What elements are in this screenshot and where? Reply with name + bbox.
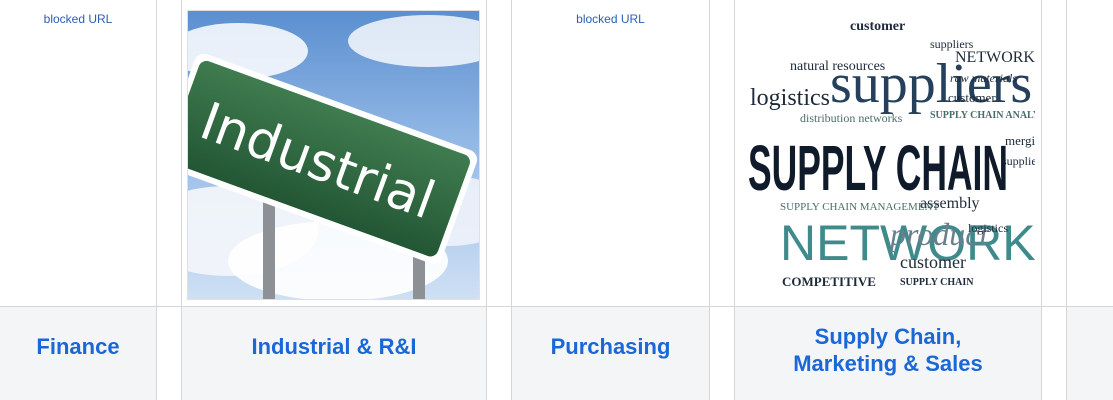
svg-text:logistics: logistics <box>750 85 830 111</box>
purchasing-link[interactable]: Purchasing <box>551 333 671 360</box>
next-label-cell[interactable] <box>1067 306 1113 400</box>
svg-text:distribution networks: distribution networks <box>800 111 903 125</box>
purchasing-label-cell[interactable]: Purchasing <box>512 306 710 400</box>
industrial-label-cell[interactable]: Industrial & R&I <box>182 306 487 400</box>
svg-text:customer: customer <box>850 19 905 34</box>
svg-text:logistics: logistics <box>968 221 1008 235</box>
supply-link[interactable]: Supply Chain, Marketing & Sales <box>793 323 983 377</box>
purchasing-blocked-url: blocked URL <box>576 12 645 26</box>
industrial-sign-image[interactable]: Industrial <box>187 10 480 300</box>
spacer <box>710 0 735 306</box>
svg-text:merging: merging <box>1005 133 1035 148</box>
finance-blocked-url: blocked URL <box>43 12 113 26</box>
finance-link[interactable]: Finance <box>36 333 119 360</box>
finance-label-cell[interactable]: Finance <box>0 306 157 400</box>
svg-text:SUPPLY CHAIN ANALYST: SUPPLY CHAIN ANALYST <box>930 110 1035 121</box>
spacer <box>157 0 182 306</box>
spacer <box>710 306 735 400</box>
supply-link-line-2: Marketing & Sales <box>793 351 983 376</box>
spacer <box>1042 306 1067 400</box>
supply-label-cell[interactable]: Supply Chain, Marketing & Sales <box>735 306 1042 400</box>
tile-grid: blocked URL Finance Industrial Industria… <box>0 0 1113 400</box>
svg-text:COMPETITIVE: COMPETITIVE <box>782 274 876 289</box>
svg-text:SUPPLY CHAIN: SUPPLY CHAIN <box>900 277 974 288</box>
svg-text:suppliers: suppliers <box>1002 154 1035 168</box>
svg-text:customer: customer <box>900 252 966 272</box>
spacer <box>487 0 512 306</box>
purchasing-image-cell[interactable]: blocked URL <box>512 0 710 306</box>
spacer <box>157 306 182 400</box>
supply-chain-wordcloud-image[interactable]: customer suppliers NETWORK natural resou… <box>740 10 1035 300</box>
industrial-sign-icon: Industrial <box>188 11 479 299</box>
wordcloud-icon: customer suppliers NETWORK natural resou… <box>740 10 1035 300</box>
spacer <box>1042 0 1067 306</box>
finance-image-cell[interactable]: blocked URL <box>0 0 157 306</box>
svg-text:SUPPLY CHAIN MANAGEMENT: SUPPLY CHAIN MANAGEMENT <box>780 201 940 213</box>
spacer <box>487 306 512 400</box>
svg-text:customer: customer <box>948 90 996 105</box>
svg-text:SUPPLY CHAIN: SUPPLY CHAIN <box>748 132 1008 204</box>
supply-image-cell[interactable]: customer suppliers NETWORK natural resou… <box>735 0 1042 306</box>
industrial-image-cell[interactable]: Industrial <box>182 0 487 306</box>
industrial-link[interactable]: Industrial & R&I <box>251 333 416 360</box>
svg-text:raw materials: raw materials <box>950 71 1017 85</box>
next-image-cell[interactable] <box>1067 0 1113 306</box>
supply-link-line-1: Supply Chain, <box>814 324 962 349</box>
